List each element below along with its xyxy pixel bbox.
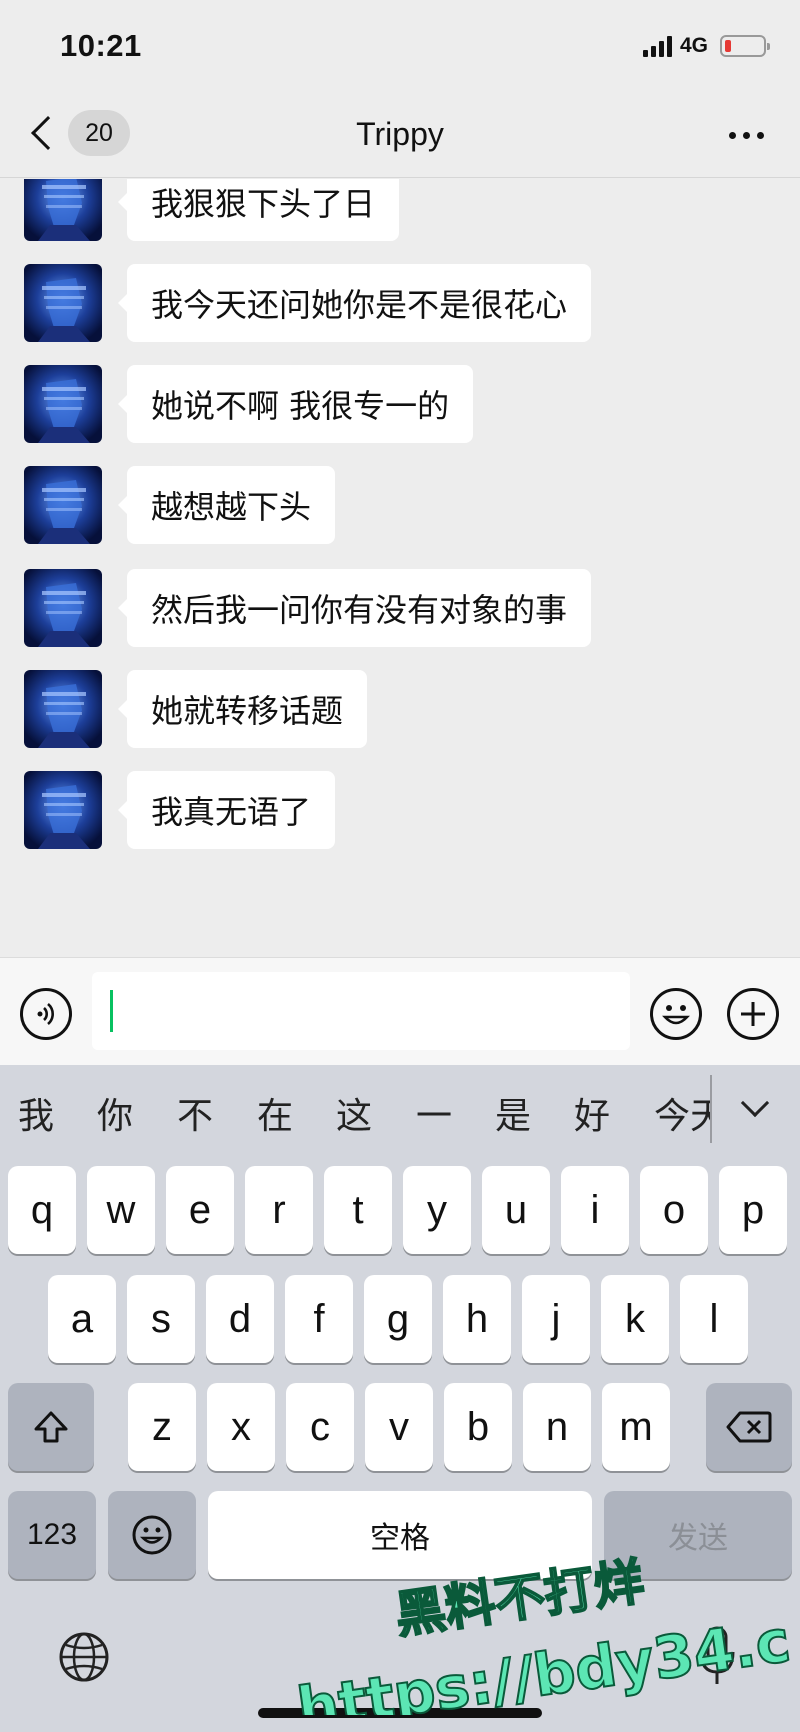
avatar[interactable] xyxy=(24,264,102,342)
status-bar: 10:21 4G xyxy=(0,0,800,96)
chevron-down-icon[interactable] xyxy=(740,1088,770,1118)
candidate-word[interactable]: 在 xyxy=(257,1087,293,1139)
emoji-keyboard-icon xyxy=(132,1515,172,1555)
message-row: 她就转移话题 xyxy=(24,670,368,748)
input-bar xyxy=(0,957,800,1065)
status-time: 10:21 xyxy=(60,28,142,63)
message-bubble[interactable]: 我今天还问她你是不是很花心 xyxy=(117,264,592,342)
status-indicators: 4G xyxy=(642,34,770,58)
message-bubble[interactable]: 她就转移话题 xyxy=(117,670,368,748)
shift-icon xyxy=(34,1411,68,1443)
backspace-icon xyxy=(726,1411,772,1443)
emoji-icon[interactable] xyxy=(650,988,702,1040)
key-l[interactable]: l xyxy=(680,1275,748,1363)
avatar[interactable] xyxy=(24,771,102,849)
chevron-left-icon xyxy=(31,116,65,150)
message-bubble[interactable]: 我狠狠下头了日 xyxy=(117,179,400,241)
candidate-bar: 我你不在这一是好今天 xyxy=(0,1065,800,1161)
key-g[interactable]: g xyxy=(364,1275,432,1363)
globe-icon[interactable] xyxy=(57,1630,111,1684)
candidate-word[interactable]: 是 xyxy=(495,1087,531,1139)
key-d[interactable]: d xyxy=(206,1275,274,1363)
key-r[interactable]: r xyxy=(245,1166,313,1254)
emoji-key[interactable] xyxy=(108,1491,196,1579)
signal-icon xyxy=(642,35,672,57)
message-row: 我真无语了 xyxy=(24,771,336,849)
key-t[interactable]: t xyxy=(324,1166,392,1254)
message-bubble[interactable]: 越想越下头 xyxy=(117,466,336,544)
key-s[interactable]: s xyxy=(127,1275,195,1363)
text-caret xyxy=(110,990,113,1032)
more-dots-icon[interactable] xyxy=(729,132,764,139)
key-j[interactable]: j xyxy=(522,1275,590,1363)
candidate-divider xyxy=(710,1075,712,1143)
avatar[interactable] xyxy=(24,569,102,647)
key-w[interactable]: w xyxy=(87,1166,155,1254)
key-y[interactable]: y xyxy=(403,1166,471,1254)
key-a[interactable]: a xyxy=(48,1275,116,1363)
key-b[interactable]: b xyxy=(444,1383,512,1471)
shift-key[interactable] xyxy=(8,1383,94,1471)
message-bubble[interactable]: 她说不啊 我很专一的 xyxy=(117,365,474,443)
message-row: 越想越下头 xyxy=(24,466,336,544)
back-button[interactable]: 20 xyxy=(26,110,130,156)
candidate-word[interactable]: 今天 xyxy=(654,1087,710,1139)
key-z[interactable]: z xyxy=(128,1383,196,1471)
message-row: 然后我一问你有没有对象的事 xyxy=(24,569,592,647)
avatar[interactable] xyxy=(24,670,102,748)
avatar[interactable] xyxy=(24,179,102,241)
key-p[interactable]: p xyxy=(719,1166,787,1254)
message-bubble[interactable]: 然后我一问你有没有对象的事 xyxy=(117,569,592,647)
unread-count-badge: 20 xyxy=(68,110,130,156)
key-c[interactable]: c xyxy=(286,1383,354,1471)
key-x[interactable]: x xyxy=(207,1383,275,1471)
key-i[interactable]: i xyxy=(561,1166,629,1254)
candidate-word[interactable]: 这 xyxy=(336,1087,372,1139)
message-row: 我狠狠下头了日 xyxy=(24,179,400,241)
watermark: 黑料不打烊 https://bdy34.co xyxy=(292,1555,790,1715)
key-f[interactable]: f xyxy=(285,1275,353,1363)
avatar[interactable] xyxy=(24,466,102,544)
key-m[interactable]: m xyxy=(602,1383,670,1471)
battery-icon xyxy=(720,35,770,57)
key-h[interactable]: h xyxy=(443,1275,511,1363)
candidate-word[interactable]: 不 xyxy=(177,1087,213,1139)
chat-header: 20 Trippy xyxy=(0,96,800,178)
voice-input-icon[interactable] xyxy=(20,988,72,1040)
message-input[interactable] xyxy=(92,972,630,1050)
candidate-word[interactable]: 好 xyxy=(574,1087,610,1139)
key-o[interactable]: o xyxy=(640,1166,708,1254)
candidate-word[interactable]: 我 xyxy=(18,1087,54,1139)
key-v[interactable]: v xyxy=(365,1383,433,1471)
key-k[interactable]: k xyxy=(601,1275,669,1363)
delete-key[interactable] xyxy=(706,1383,792,1471)
plus-icon[interactable] xyxy=(727,988,779,1040)
message-row: 她说不啊 我很专一的 xyxy=(24,365,474,443)
avatar[interactable] xyxy=(24,365,102,443)
message-row: 我今天还问她你是不是很花心 xyxy=(24,264,592,342)
key-q[interactable]: q xyxy=(8,1166,76,1254)
candidate-word[interactable]: 一 xyxy=(416,1087,452,1139)
message-list[interactable]: 我狠狠下头了日 我今天还问她你是不是很花心 她说不啊 我很专一的 越想越下头 然… xyxy=(0,179,800,957)
key-u[interactable]: u xyxy=(482,1166,550,1254)
message-bubble[interactable]: 我真无语了 xyxy=(117,771,336,849)
key-n[interactable]: n xyxy=(523,1383,591,1471)
numbers-key[interactable]: 123 xyxy=(8,1491,96,1579)
key-e[interactable]: e xyxy=(166,1166,234,1254)
candidate-word[interactable]: 你 xyxy=(97,1087,133,1139)
network-type: 4G xyxy=(679,34,708,57)
